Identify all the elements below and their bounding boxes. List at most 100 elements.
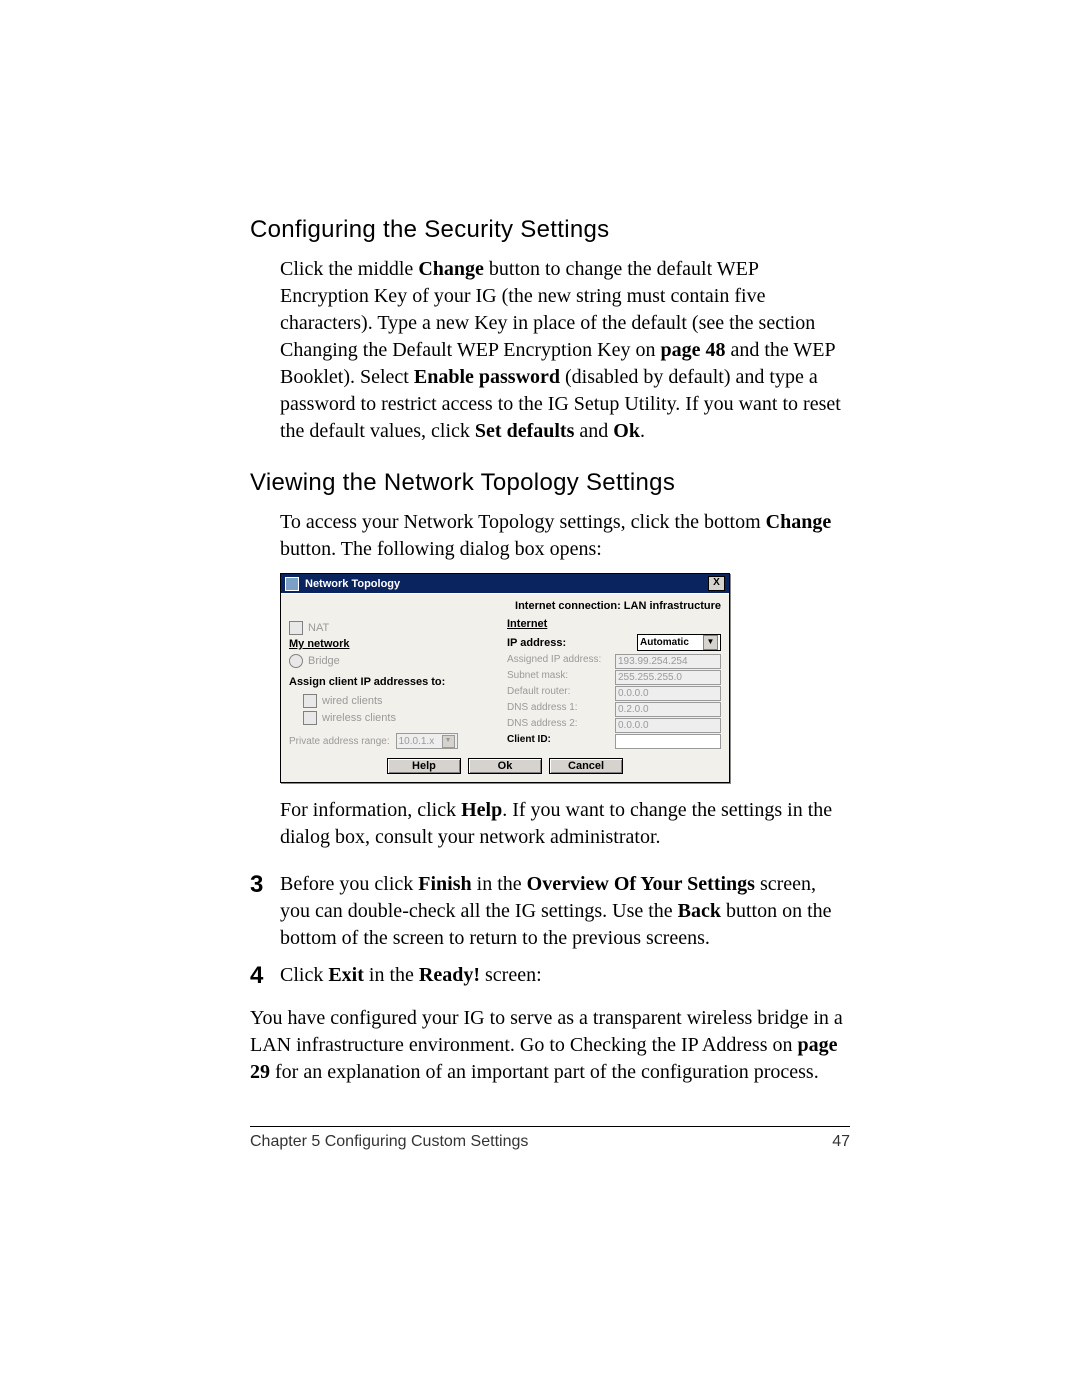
network-topology-dialog: Network Topology X Internet connection: …	[280, 573, 730, 783]
value: 193.99.254.254	[615, 654, 721, 669]
step-text: Click Exit in the Ready! screen:	[280, 962, 850, 989]
step-text: Before you click Finish in the Overview …	[280, 871, 850, 952]
close-button[interactable]: X	[708, 576, 725, 591]
bold-change: Change	[418, 258, 484, 280]
app-icon	[285, 577, 299, 591]
text: and	[574, 420, 613, 442]
dropdown-value: 10.0.1.x	[399, 736, 435, 747]
wired-label: wired clients	[322, 695, 383, 707]
label: DNS address 1:	[507, 702, 615, 717]
closing-paragraph: You have configured your IG to serve as …	[250, 1005, 850, 1086]
ip-address-label: IP address:	[507, 637, 637, 649]
topology-paragraph-1: To access your Network Topology settings…	[280, 509, 850, 563]
bold-exit: Exit	[328, 964, 364, 986]
bold-set-defaults: Set defaults	[475, 420, 574, 442]
chevron-down-icon: ▼	[442, 735, 455, 748]
dialog-columns: NAT My network Bridge Assign client IP a…	[289, 618, 721, 750]
bold-back: Back	[678, 900, 721, 922]
text: Click the middle	[280, 258, 418, 280]
bold-enable-password: Enable password	[414, 366, 560, 388]
dropdown-value: Automatic	[640, 637, 689, 648]
label: Assigned IP address:	[507, 654, 615, 669]
step-3: 3 Before you click Finish in the Overvie…	[250, 871, 850, 952]
dns1-row: DNS address 1:0.2.0.0	[507, 702, 721, 717]
dns2-row: DNS address 2:0.0.0.0	[507, 718, 721, 733]
footer-chapter: Chapter 5 Configuring Custom Settings	[250, 1133, 832, 1151]
cancel-button[interactable]: Cancel	[549, 758, 623, 774]
document-page: Configuring the Security Settings Click …	[0, 0, 1080, 1397]
step-number: 3	[250, 871, 280, 900]
bold-change: Change	[766, 511, 832, 533]
wireless-checkbox-row[interactable]: wireless clients	[303, 711, 499, 725]
label: Client ID:	[507, 734, 615, 749]
my-network-heading: My network	[289, 638, 499, 650]
wired-checkbox-row[interactable]: wired clients	[303, 694, 499, 708]
footer-divider	[250, 1126, 850, 1127]
assigned-ip-row: Assigned IP address:193.99.254.254	[507, 654, 721, 669]
ok-button[interactable]: Ok	[468, 758, 542, 774]
chevron-down-icon: ▼	[703, 635, 718, 650]
bold-finish: Finish	[418, 873, 471, 895]
private-address-row: Private address range: 10.0.1.x ▼	[289, 733, 499, 749]
nat-label: NAT	[308, 622, 329, 634]
dialog-titlebar: Network Topology X	[281, 574, 729, 593]
text: .	[640, 420, 645, 442]
topology-paragraph-2: For information, click Help. If you want…	[280, 797, 850, 851]
bridge-label: Bridge	[308, 655, 340, 667]
content-area: Configuring the Security Settings Click …	[250, 216, 850, 1151]
client-id-input[interactable]	[615, 734, 721, 749]
private-address-label: Private address range:	[289, 736, 390, 747]
label: DNS address 2:	[507, 718, 615, 733]
value: 0.0.0.0	[615, 686, 721, 701]
bold-ready: Ready!	[419, 964, 480, 986]
value: 255.255.255.0	[615, 670, 721, 685]
text: You have configured your IG to serve as …	[250, 1007, 843, 1056]
checkbox-icon	[303, 694, 317, 708]
text: in the	[472, 873, 527, 895]
private-address-dropdown[interactable]: 10.0.1.x ▼	[396, 733, 458, 749]
bold-overview: Overview Of Your Settings	[527, 873, 755, 895]
security-paragraph: Click the middle Change button to change…	[280, 256, 850, 445]
bold-help: Help	[461, 799, 502, 821]
page-footer: Chapter 5 Configuring Custom Settings 47	[250, 1133, 850, 1151]
connection-label: Internet connection: LAN infrastructure	[289, 600, 721, 612]
footer-page-number: 47	[832, 1133, 850, 1151]
value: 0.0.0.0	[615, 718, 721, 733]
text: To access your Network Topology settings…	[280, 511, 766, 533]
nat-checkbox-row[interactable]: NAT	[289, 621, 499, 635]
security-heading: Configuring the Security Settings	[250, 216, 850, 244]
checkbox-icon	[303, 711, 317, 725]
step-number: 4	[250, 962, 280, 991]
internet-heading: Internet	[507, 618, 721, 630]
ip-address-row: IP address: Automatic ▼	[507, 634, 721, 651]
radio-icon	[289, 654, 303, 668]
text: in the	[364, 964, 419, 986]
step-4: 4 Click Exit in the Ready! screen:	[250, 962, 850, 991]
ip-mode-dropdown[interactable]: Automatic ▼	[637, 634, 721, 651]
assign-label: Assign client IP addresses to:	[289, 676, 499, 688]
text: for an explanation of an important part …	[270, 1061, 819, 1083]
value: 0.2.0.0	[615, 702, 721, 717]
dialog-button-row: Help Ok Cancel	[289, 758, 721, 774]
label: Default router:	[507, 686, 615, 701]
text: For information, click	[280, 799, 461, 821]
dialog-body: Internet connection: LAN infrastructure …	[281, 593, 729, 782]
checkbox-icon	[289, 621, 303, 635]
text: button. The following dialog box opens:	[280, 538, 602, 560]
text: Before you click	[280, 873, 418, 895]
client-id-row: Client ID:	[507, 734, 721, 749]
wireless-label: wireless clients	[322, 712, 396, 724]
left-column: NAT My network Bridge Assign client IP a…	[289, 618, 499, 750]
router-row: Default router:0.0.0.0	[507, 686, 721, 701]
bridge-radio-row[interactable]: Bridge	[289, 654, 499, 668]
dialog-title: Network Topology	[305, 578, 708, 590]
bold-ok: Ok	[613, 420, 640, 442]
label: Subnet mask:	[507, 670, 615, 685]
topology-heading: Viewing the Network Topology Settings	[250, 469, 850, 497]
right-column: Internet IP address: Automatic ▼ Assigne…	[499, 618, 721, 750]
text: Click	[280, 964, 328, 986]
help-button[interactable]: Help	[387, 758, 461, 774]
subnet-row: Subnet mask:255.255.255.0	[507, 670, 721, 685]
page-ref-48: page 48	[660, 339, 725, 361]
text: screen:	[480, 964, 542, 986]
